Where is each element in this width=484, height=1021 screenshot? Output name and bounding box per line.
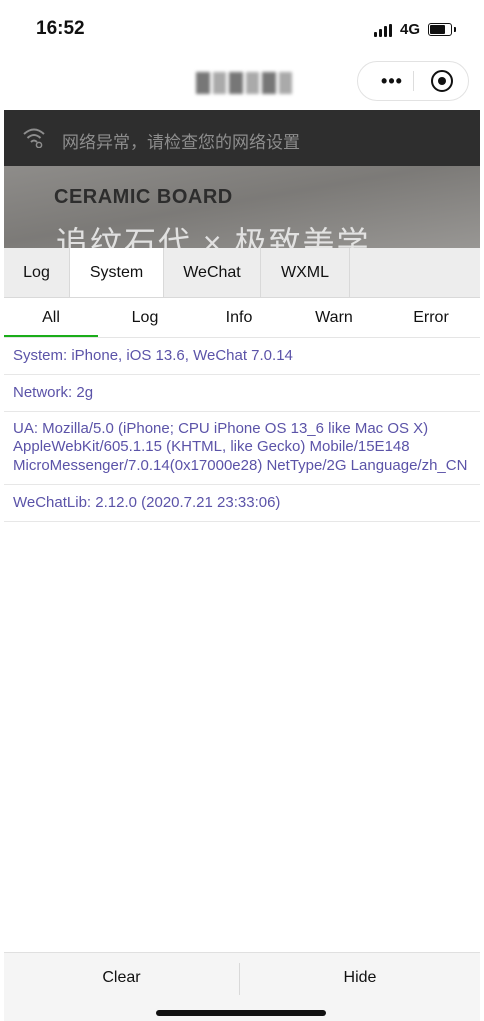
- signal-icon: [374, 24, 392, 37]
- capsule-divider: [413, 71, 414, 91]
- network-error-message: 网络异常，请检查您的网络设置: [62, 133, 300, 152]
- clear-button[interactable]: Clear: [4, 953, 239, 1003]
- tab-system[interactable]: System: [70, 248, 164, 297]
- wifi-icon: [23, 128, 45, 148]
- more-dots-icon[interactable]: •••: [372, 72, 412, 90]
- filter-log[interactable]: Log: [98, 298, 192, 337]
- log-list: System: iPhone, iOS 13.6, WeChat 7.0.14 …: [4, 338, 480, 952]
- blurred-page-title: [196, 72, 292, 94]
- filter-tabs: All Log Info Warn Error: [4, 298, 480, 338]
- log-entry-network: Network: 2g: [4, 375, 480, 412]
- status-bar: 16:52 4G: [0, 0, 484, 58]
- status-time: 16:52: [36, 18, 85, 39]
- log-entry-ua: UA: Mozilla/5.0 (iPhone; CPU iPhone OS 1…: [4, 412, 480, 486]
- filter-warn[interactable]: Warn: [286, 298, 382, 337]
- filter-all[interactable]: All: [4, 298, 98, 337]
- tab-log[interactable]: Log: [4, 248, 70, 297]
- banner-slogan: 追纹石代 × 极致美学: [56, 225, 371, 248]
- console-tabs: Log System WeChat WXML: [4, 248, 480, 298]
- filter-info[interactable]: Info: [192, 298, 286, 337]
- menu-capsule: •••: [357, 61, 469, 101]
- console-panel: Log System WeChat WXML All Log Info Warn…: [4, 248, 480, 1021]
- home-indicator: [156, 1010, 326, 1016]
- battery-icon: [428, 23, 456, 36]
- banner-brand-text: CERAMIC BOARD: [54, 186, 233, 208]
- log-entry-wechatlib: WeChatLib: 2.12.0 (2020.7.21 23:33:06): [4, 485, 480, 523]
- hide-button[interactable]: Hide: [240, 953, 480, 1003]
- promo-banner: 大圣石代 · 拓展图谱 CERAMIC BOARD 追纹石代 × 极致美学 网络…: [4, 110, 480, 248]
- tab-wechat[interactable]: WeChat: [164, 248, 261, 297]
- network-type: 4G: [400, 21, 421, 38]
- network-error-bar: 网络异常，请检查您的网络设置: [4, 110, 480, 166]
- filter-error[interactable]: Error: [382, 298, 480, 337]
- target-circle-icon[interactable]: [431, 70, 453, 92]
- tab-wxml[interactable]: WXML: [261, 248, 350, 297]
- log-entry-system: System: iPhone, iOS 13.6, WeChat 7.0.14: [4, 338, 480, 375]
